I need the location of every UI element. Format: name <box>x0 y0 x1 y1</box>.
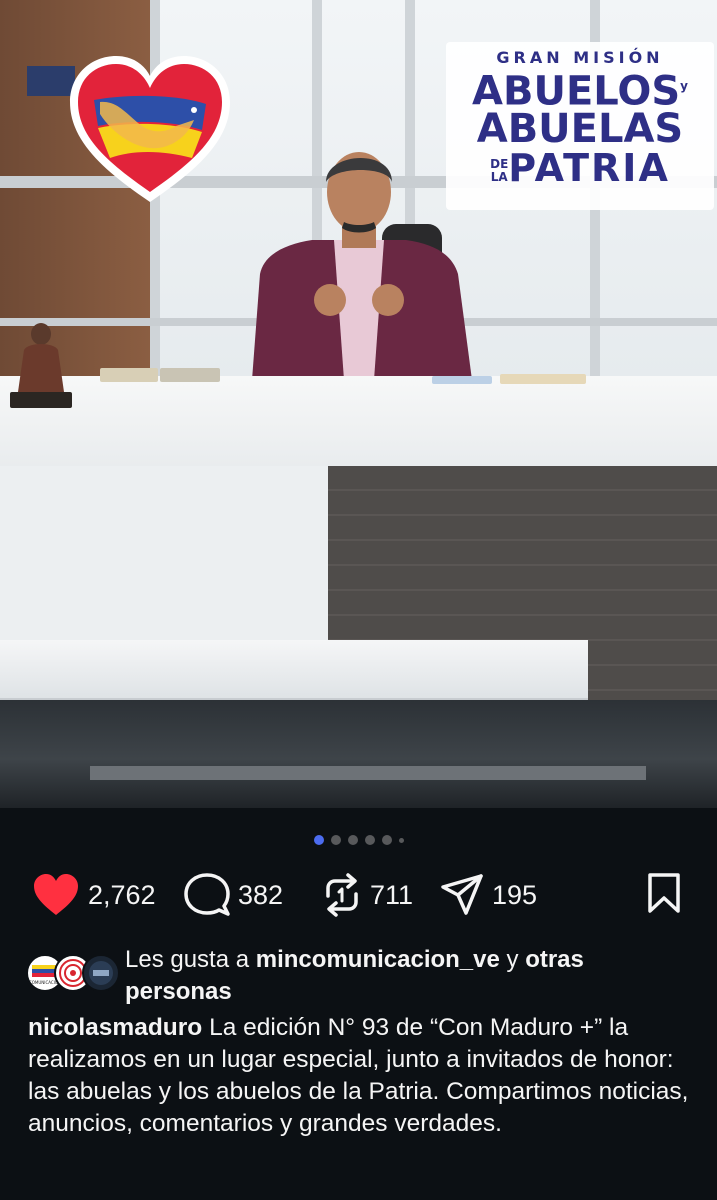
repost-icon[interactable] <box>322 872 362 918</box>
studio-floor <box>0 700 717 808</box>
post-actions: 2,762 382 711 195 <box>32 868 682 922</box>
liked-by-row[interactable]: COMUNICACIÓN Les gusta a mincomunicacion… <box>26 944 706 1008</box>
comment-bubble-icon[interactable] <box>184 872 230 918</box>
sign-word-la: LA <box>490 169 508 184</box>
sign-conjunction: y <box>680 79 688 93</box>
floor-stripe <box>90 766 646 780</box>
desk-top <box>0 376 717 466</box>
carousel-dot <box>347 835 358 845</box>
carousel-dot-active <box>313 835 324 845</box>
carousel-dot <box>330 835 341 845</box>
sign-line-3: ABUELAS <box>476 106 684 153</box>
desk-book <box>160 368 220 382</box>
sign-line-2: ABUELOSy <box>446 67 714 111</box>
post-caption: nicolasmaduro La edición N° 93 de “Con M… <box>28 1012 698 1140</box>
carousel-dot <box>398 837 404 843</box>
sign-word-patria: PATRIA <box>508 146 670 191</box>
comment-count: 382 <box>238 879 284 910</box>
share-button[interactable]: 195 <box>440 868 537 922</box>
carousel-dot <box>381 835 392 845</box>
paper-plane-icon[interactable] <box>440 873 484 917</box>
comment-button[interactable]: 382 <box>184 868 283 922</box>
carousel-dot <box>364 835 375 845</box>
liker-avatars[interactable]: COMUNICACIÓN <box>26 954 120 994</box>
liked-by-connector: y <box>499 946 526 973</box>
avatar[interactable] <box>82 954 120 992</box>
program-sign: GRAN MISIÓN ABUELOSy ABUELAS DE LAPATRIA <box>446 42 714 210</box>
sign-line-1: GRAN MISIÓN <box>496 48 664 67</box>
desk-book <box>100 368 158 382</box>
like-button[interactable]: 2,762 <box>32 868 156 922</box>
like-count: 2,762 <box>88 879 156 910</box>
desk-base <box>0 640 588 701</box>
heart-filled-icon[interactable] <box>32 873 80 917</box>
carousel-indicator <box>0 830 717 850</box>
bookmark-icon[interactable] <box>646 872 682 914</box>
heart-hug-logo <box>70 56 230 202</box>
sign-line-4: DE LAPATRIA <box>446 148 714 188</box>
liker-username-link[interactable]: mincomunicacion_ve <box>256 946 500 973</box>
post-image[interactable]: GRAN MISIÓN ABUELOSy ABUELAS DE LAPATRIA <box>0 0 717 808</box>
repost-count: 711 <box>370 879 414 910</box>
liked-by-text: Les gusta a mincomunicacion_ve y otras p… <box>125 944 695 1008</box>
repost-button[interactable]: 711 <box>322 868 413 922</box>
sign-word-de: DE <box>490 156 509 171</box>
author-username-link[interactable]: nicolasmaduro <box>28 1014 202 1041</box>
desk-front-panel <box>0 466 328 641</box>
desk-papers <box>432 376 492 384</box>
desk-papers <box>500 374 586 384</box>
statuette <box>10 323 72 408</box>
presenter-figure <box>252 152 472 380</box>
liked-by-prefix: Les gusta a <box>125 946 256 973</box>
share-count: 195 <box>492 879 538 910</box>
channel-logo-icon <box>89 961 113 985</box>
save-button[interactable] <box>646 872 682 919</box>
